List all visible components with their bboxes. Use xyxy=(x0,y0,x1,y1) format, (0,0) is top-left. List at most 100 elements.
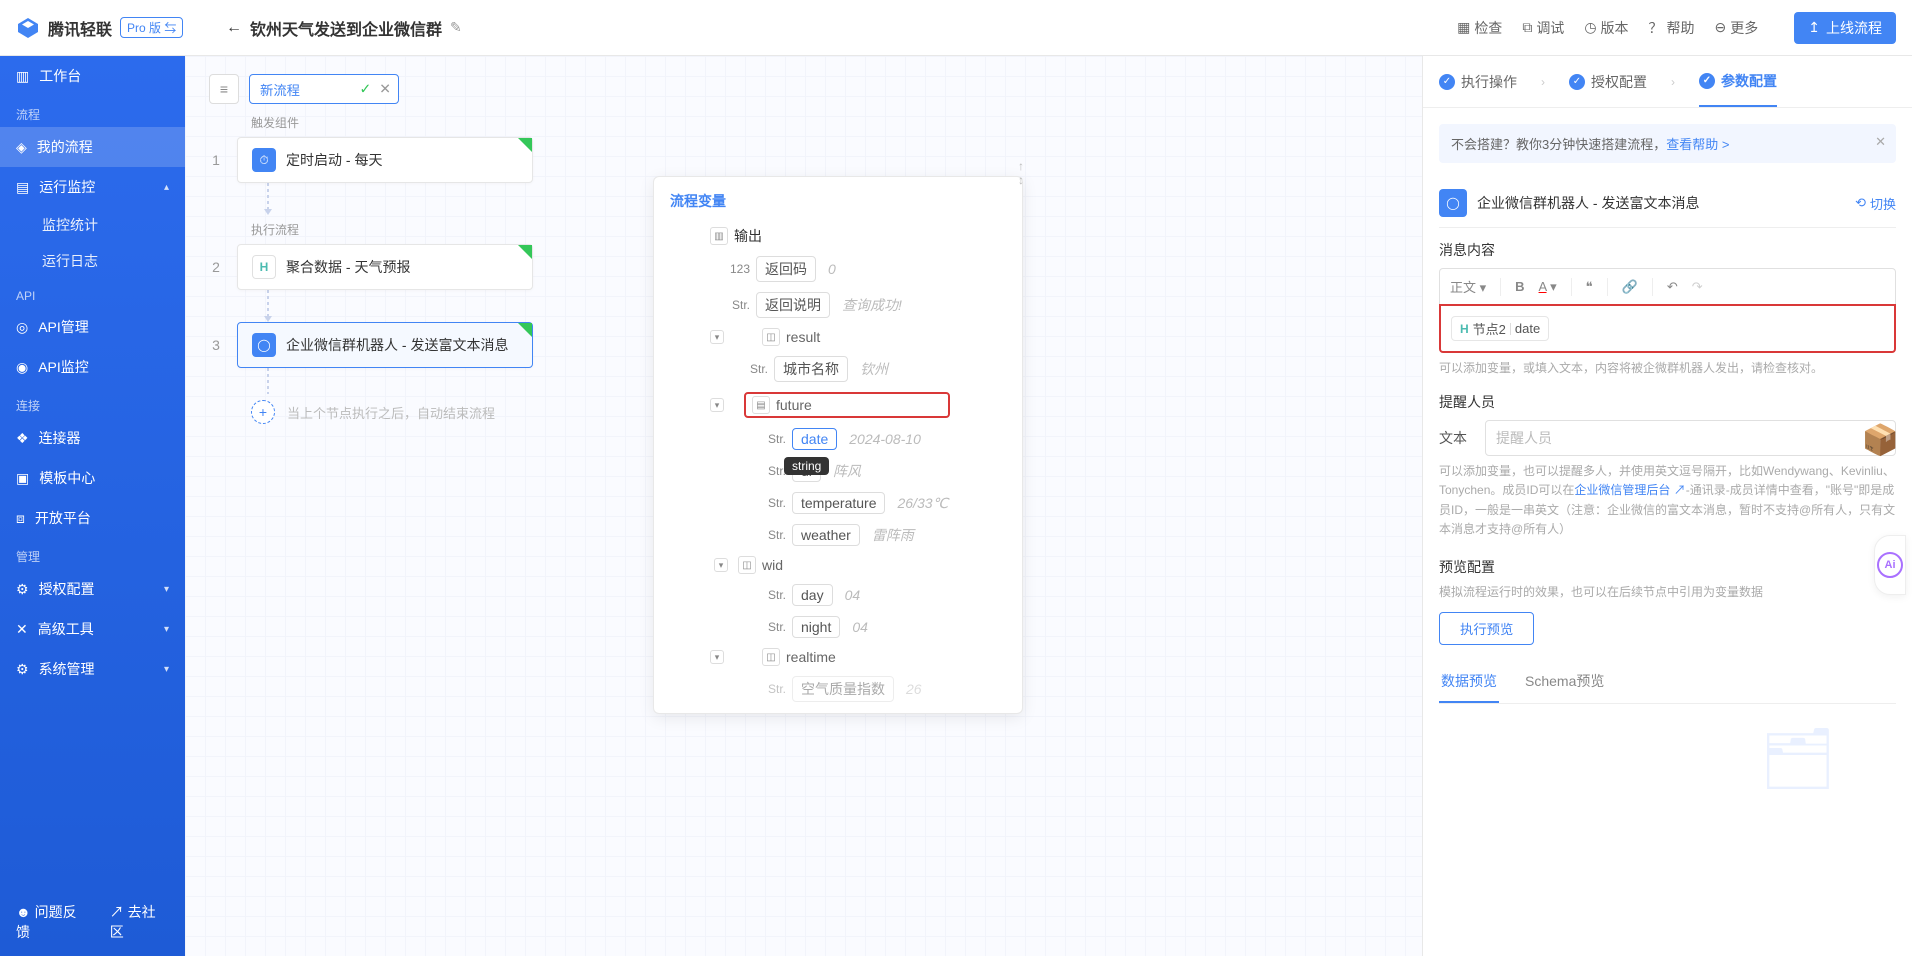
tree-row-result[interactable]: ▾ ◫ result xyxy=(664,323,1012,351)
link-icon[interactable]: 🔗 xyxy=(1622,279,1638,295)
confirm-icon[interactable]: ✓ xyxy=(360,81,372,98)
tab-params[interactable]: ✓参数配置 xyxy=(1699,56,1777,107)
msg-content-editor[interactable]: H 节点2 date xyxy=(1439,304,1896,353)
tree-row-date[interactable]: Str. date 2024-08-10 xyxy=(664,423,1012,455)
sidebar-item-workspace[interactable]: ▥工作台 xyxy=(0,56,185,96)
sub-tab-schema[interactable]: Schema预览 xyxy=(1523,661,1606,703)
api-mgmt-icon: ◎ xyxy=(16,319,28,336)
node-card-timer[interactable]: ⏱ 定时启动 - 每天 xyxy=(237,137,533,183)
inspect-action[interactable]: ▦检查 xyxy=(1457,18,1502,38)
switch-label: 切换 xyxy=(1870,194,1896,213)
variable-panel[interactable]: ↑↕ 流程变量 ▥ 输出 123 返回码 0 Str. 返回说明 查询成功! xyxy=(653,176,1023,714)
section-api: API xyxy=(0,279,185,307)
rte-format-dropdown[interactable]: 正文 ▾ xyxy=(1450,277,1486,296)
status-corner-icon xyxy=(518,138,532,152)
sidebar-sub-monitor-stats[interactable]: 监控统计 xyxy=(0,207,185,243)
node-card-wecom[interactable]: ◯ 企业微信群机器人 - 发送富文本消息 xyxy=(237,322,533,368)
tree-row-temp[interactable]: Str. temperature 26/33℃ xyxy=(664,487,1012,519)
sidebar-item-api-mgmt[interactable]: ◎API管理 xyxy=(0,307,185,347)
sidebar-sub-monitor-logs[interactable]: 运行日志 xyxy=(0,243,185,279)
node-number: 1 xyxy=(209,152,223,168)
type-string-icon: Str. xyxy=(752,620,786,634)
canvas-area[interactable]: ≡ ✓ ✕ 触发组件 1 ⏱ 定时启动 - 每天 xyxy=(185,56,1422,956)
var-label: 城市名称 xyxy=(774,356,848,382)
flow-name-wrap: ✓ ✕ xyxy=(249,74,399,104)
redo-icon[interactable]: ↷ xyxy=(1692,279,1703,295)
sidebar-item-my-flows[interactable]: ◈我的流程 xyxy=(0,127,185,167)
node-card-weather[interactable]: H 聚合数据 - 天气预报 xyxy=(237,244,533,290)
help-icon: ？ xyxy=(1649,18,1663,38)
community-link[interactable]: ↗ 去社区 xyxy=(110,902,169,942)
caret-icon[interactable]: ▾ xyxy=(710,650,724,664)
var-label: 空气质量指数 xyxy=(792,676,894,702)
monitor-icon: ▤ xyxy=(16,179,29,196)
font-color-icon[interactable]: A ▾ xyxy=(1539,279,1557,295)
edit-title-icon[interactable]: ✎ xyxy=(450,19,462,36)
variable-chip[interactable]: H 节点2 date xyxy=(1451,316,1549,341)
switch-action[interactable]: ⟲切换 xyxy=(1855,194,1896,213)
var-label: temperature xyxy=(792,492,885,514)
tree-row-return-msg[interactable]: Str. 返回说明 查询成功! xyxy=(664,287,1012,323)
tree-row-return-code[interactable]: 123 返回码 0 xyxy=(664,251,1012,287)
panel-drag-icons[interactable]: ↑↕ xyxy=(1018,159,1024,187)
sidebar-item-api-monitor[interactable]: ◉API监控 xyxy=(0,347,185,387)
sidebar-item-sys-mgmt[interactable]: ⚙系统管理▾ xyxy=(0,649,185,689)
config-body: 消息内容 正文 ▾ B A ▾ ❝ 🔗 ↶ ↷ H 节点2 date xyxy=(1423,228,1912,956)
pro-badge: Pro 版 ⇆ xyxy=(120,17,183,38)
quote-icon[interactable]: ❝ xyxy=(1586,279,1593,295)
tree-row-night[interactable]: Str. night 04 xyxy=(664,611,1012,643)
tree-row-future[interactable]: ▾ ▤ future xyxy=(664,387,1012,423)
banner-link[interactable]: 查看帮助 > xyxy=(1666,137,1729,152)
sidebar-item-connectors[interactable]: ❖连接器 xyxy=(0,418,185,458)
sidebar-label: 授权配置 xyxy=(39,579,95,599)
flow-list-button[interactable]: ≡ xyxy=(209,74,239,104)
undo-icon[interactable]: ↶ xyxy=(1667,279,1678,295)
preview-sub-tabs: 数据预览 Schema预览 xyxy=(1439,661,1896,704)
var-value: 04 xyxy=(852,619,868,635)
sidebar-item-open-platform[interactable]: ⧈开放平台 xyxy=(0,498,185,538)
auth-icon: ⚙ xyxy=(16,581,29,598)
tab-auth[interactable]: ✓授权配置 xyxy=(1569,56,1647,107)
ai-assistant-button[interactable]: Ai xyxy=(1874,535,1906,595)
version-action[interactable]: ◷版本 xyxy=(1584,18,1628,38)
sidebar-item-monitor[interactable]: ▤运行监控▴ xyxy=(0,167,185,207)
tree-row-weather[interactable]: Str. weather 雷阵雨 xyxy=(664,519,1012,551)
tree-row-direct[interactable]: Str. di 阵风 xyxy=(664,455,1012,487)
var-value: 26/33℃ xyxy=(897,495,948,512)
banner-text: 不会搭建？教你3分钟快速搭建流程， xyxy=(1451,137,1666,152)
help-action[interactable]: ？帮助 xyxy=(1649,18,1695,38)
help-banner: 不会搭建？教你3分钟快速搭建流程，查看帮助 > ✕ xyxy=(1439,124,1896,163)
run-preview-button[interactable]: 执行预览 xyxy=(1439,612,1534,645)
mention-input[interactable]: 提醒人员 📦 xyxy=(1485,420,1896,456)
caret-icon[interactable]: ▾ xyxy=(710,398,724,412)
caret-icon[interactable]: ▾ xyxy=(714,558,728,572)
feedback-link[interactable]: ☻ 问题反馈 xyxy=(16,902,90,942)
sidebar-label: 开放平台 xyxy=(35,508,91,528)
version-icon: ◷ xyxy=(1584,19,1596,36)
status-corner-icon xyxy=(518,323,532,337)
sidebar-item-templates[interactable]: ▣模板中心 xyxy=(0,458,185,498)
tree-row-city[interactable]: Str. 城市名称 钦州 xyxy=(664,351,1012,387)
tree-row-day[interactable]: Str. day 04 xyxy=(664,579,1012,611)
tree-row-realtime[interactable]: ▾ ◫ realtime xyxy=(664,643,1012,671)
cancel-icon[interactable]: ✕ xyxy=(379,81,391,98)
inspect-icon: ▦ xyxy=(1457,19,1470,36)
juhe-icon: H xyxy=(252,255,276,279)
publish-button[interactable]: ↥上线流程 xyxy=(1794,12,1896,44)
sidebar-item-auth[interactable]: ⚙授权配置▾ xyxy=(0,569,185,609)
wecom-admin-link[interactable]: 企业微信管理后台 ↗ xyxy=(1574,483,1685,497)
tree-row-wid[interactable]: ▾ ◫ wid xyxy=(664,551,1012,579)
sub-tab-data[interactable]: 数据预览 xyxy=(1439,661,1499,703)
debug-action[interactable]: ⧉调试 xyxy=(1522,18,1564,38)
mention-input-row: 文本 提醒人员 📦 xyxy=(1439,420,1896,456)
bold-icon[interactable]: B xyxy=(1515,279,1524,294)
sidebar-item-adv-tools[interactable]: ✕高级工具▾ xyxy=(0,609,185,649)
tab-exec[interactable]: ✓执行操作 xyxy=(1439,56,1517,107)
back-arrow-icon[interactable]: ← xyxy=(226,19,242,37)
node-title: 聚合数据 - 天气预报 xyxy=(286,257,410,277)
tree-row-aqi[interactable]: Str. 空气质量指数 26 xyxy=(664,671,1012,707)
add-node-button[interactable]: + xyxy=(251,400,275,424)
close-banner-icon[interactable]: ✕ xyxy=(1875,134,1886,150)
caret-icon[interactable]: ▾ xyxy=(710,330,724,344)
more-action[interactable]: ⊖更多 xyxy=(1715,18,1759,38)
